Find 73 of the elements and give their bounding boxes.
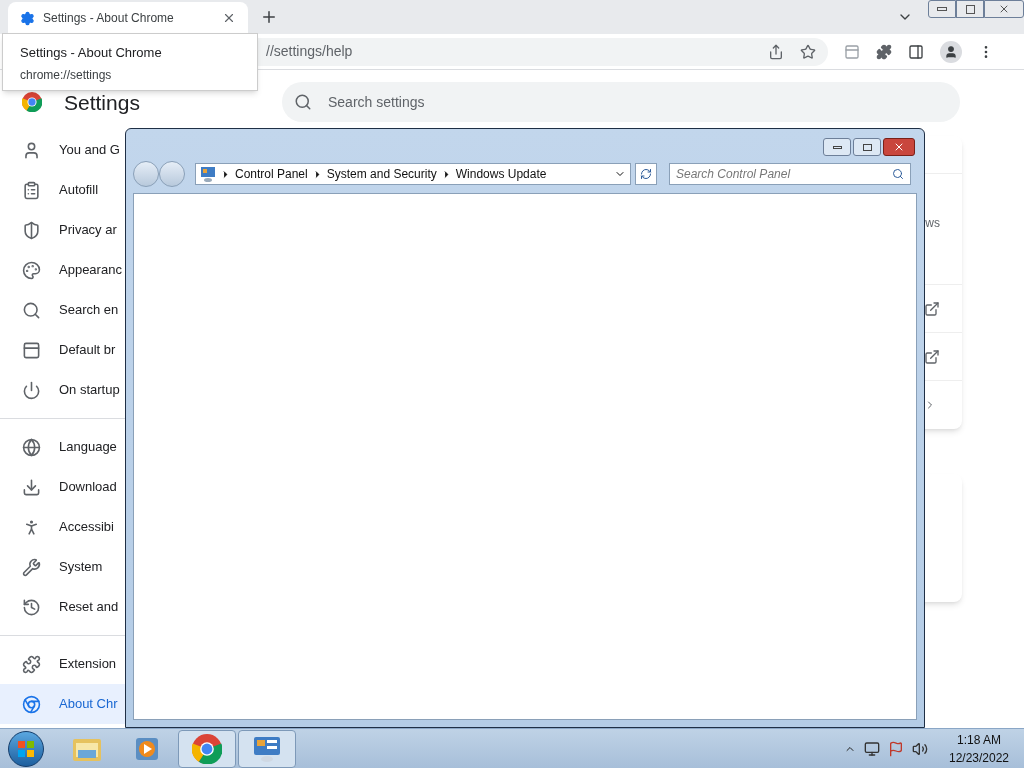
windows-logo-icon xyxy=(17,739,35,758)
shield-icon xyxy=(22,220,41,240)
palette-icon xyxy=(22,260,41,280)
refresh-button[interactable] xyxy=(635,163,657,185)
share-icon[interactable] xyxy=(768,43,784,60)
gear-icon xyxy=(20,10,35,26)
refresh-icon xyxy=(640,168,652,180)
clock[interactable]: 1:18 AM 12/23/2022 xyxy=(944,730,1014,767)
person-icon xyxy=(22,140,41,160)
browser-window-icon xyxy=(22,340,41,360)
chrome-icon xyxy=(22,694,41,714)
nav-item[interactable]: Language xyxy=(0,427,125,467)
address-text: //settings/help xyxy=(266,42,354,61)
nav-item[interactable]: Appearanc xyxy=(0,250,125,290)
avatar-icon[interactable] xyxy=(940,40,962,63)
close-button[interactable] xyxy=(883,138,915,156)
maximize-button[interactable] xyxy=(853,138,881,156)
search-placeholder: Search settings xyxy=(328,92,425,112)
restore-button[interactable] xyxy=(956,0,984,18)
tooltip-url: chrome://settings xyxy=(20,66,113,84)
external-link-icon[interactable] xyxy=(924,348,940,365)
network-icon[interactable] xyxy=(864,740,880,757)
card-text: ws xyxy=(925,215,940,232)
speaker-icon[interactable] xyxy=(912,740,928,757)
breadcrumb-item[interactable]: System and Security xyxy=(326,165,437,183)
minimize-button[interactable] xyxy=(823,138,851,156)
nav-item[interactable]: System xyxy=(0,547,125,587)
control-panel-icon xyxy=(200,166,216,182)
nav-item[interactable]: Privacy ar xyxy=(0,210,125,250)
star-icon[interactable] xyxy=(800,43,816,60)
close-icon xyxy=(998,3,1010,15)
minimize-button[interactable] xyxy=(928,0,956,18)
search-field[interactable]: Search settings xyxy=(282,82,960,122)
history-icon xyxy=(22,597,41,617)
chrome-logo-icon xyxy=(192,733,222,764)
external-link-icon[interactable] xyxy=(924,300,940,317)
puzzle-icon[interactable] xyxy=(876,43,892,60)
nav-item[interactable]: On startup xyxy=(0,370,125,410)
nav-item[interactable]: Default br xyxy=(0,330,125,370)
media-player-icon xyxy=(134,735,160,762)
nav-item[interactable]: Extension xyxy=(0,644,125,684)
side-panel-icon[interactable] xyxy=(908,43,924,60)
power-icon xyxy=(22,380,41,400)
taskbar-button[interactable] xyxy=(238,729,296,768)
breadcrumb-item[interactable]: Windows Update xyxy=(455,165,547,183)
control-panel-icon xyxy=(252,734,282,763)
globe-icon xyxy=(22,437,41,457)
search-icon xyxy=(294,93,312,111)
nav-item[interactable]: Reset and xyxy=(0,587,125,627)
search-field[interactable]: Search Control Panel xyxy=(669,163,911,185)
nav-item[interactable]: Search en xyxy=(0,290,125,330)
nav-item[interactable]: You and G xyxy=(0,130,125,170)
clipboard-icon xyxy=(22,180,41,200)
download-icon xyxy=(22,477,41,497)
search-icon xyxy=(22,300,41,320)
nav-item[interactable]: Autofill xyxy=(0,170,125,210)
nav-item[interactable]: Accessibi xyxy=(0,507,125,547)
nav-item[interactable]: Download xyxy=(0,467,125,507)
wrench-icon xyxy=(22,557,41,577)
taskbar-button[interactable] xyxy=(178,729,236,768)
browser-tab[interactable]: Settings - About Chrome xyxy=(8,2,248,34)
breadcrumb-item[interactable]: Control Panel xyxy=(235,165,308,183)
start-button[interactable] xyxy=(8,730,44,767)
puzzle-icon xyxy=(22,654,41,674)
flag-icon[interactable] xyxy=(888,740,904,757)
tab-title: Settings - About Chrome xyxy=(43,10,175,27)
new-tab-icon[interactable] xyxy=(260,8,278,26)
settings-title: Settings xyxy=(64,91,140,113)
close-icon xyxy=(893,141,905,153)
close-icon[interactable] xyxy=(222,11,236,25)
search-icon xyxy=(892,168,904,180)
address-bar[interactable]: Control Panel System and Security Windows Update xyxy=(195,163,631,185)
nav-item[interactable]: About Chr xyxy=(0,684,125,724)
